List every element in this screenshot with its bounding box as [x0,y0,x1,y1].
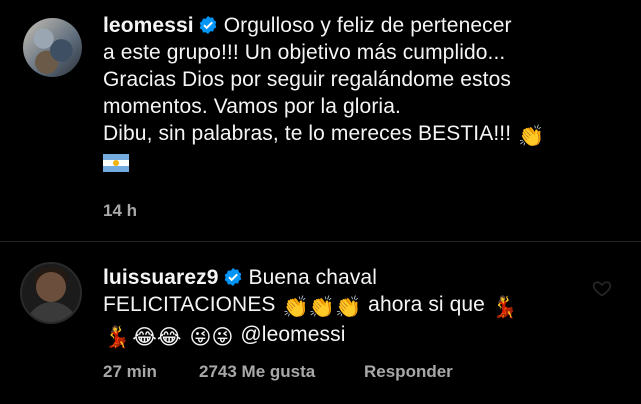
verified-badge-icon [224,268,241,286]
dancing-woman-emoji: 💃 [491,296,519,319]
caption-text: leomessi Orgulloso y feliz de pertenecer … [103,12,623,177]
luissuarez9-avatar[interactable] [20,262,82,324]
comment-mention[interactable]: @leomessi [240,323,345,346]
clapping-hands-emoji: 👏 [518,125,545,148]
caption-timestamp: 14 h [103,201,138,220]
caption-line-4: momentos. Vamos por la gloria. [103,95,401,118]
argentina-flag-emoji [103,154,129,172]
comment-felicitaciones: FELICITACIONES [103,293,276,316]
comment-username[interactable]: luissuarez9 [103,266,219,289]
comment-likes-count[interactable]: 2743 Me gusta [199,362,315,382]
winking-tongue-face-emoji: 😜😜 [189,326,234,349]
post-caption: leomessi Orgulloso y feliz de pertenecer … [0,0,641,236]
comment-line-2-after: ahora si que [368,293,485,316]
comment-item: luissuarez9 Buena chaval FELICITACIONES 👏… [0,242,641,404]
caption-line-1: Orgulloso y feliz de pertenecer [223,14,512,37]
verified-badge-icon [199,16,216,34]
dancing-woman-emoji: 💃 [104,326,131,349]
comment-line-1: Buena chaval [248,266,377,289]
comment-timestamp: 27 min [103,362,157,381]
reply-button[interactable]: Responder [364,362,453,382]
caption-username[interactable]: leomessi [103,14,194,37]
clapping-hands-emoji: 👏👏👏 [282,296,362,319]
caption-line-3: Gracias Dios por seguir regalándome esto… [103,68,511,91]
laughing-face-emoji: 😂😂 [132,326,182,349]
comment-text: luissuarez9 Buena chaval FELICITACIONES 👏… [103,264,623,351]
heart-icon[interactable] [592,278,612,298]
caption-line-5: Dibu, sin palabras, te lo mereces BESTIA… [103,122,512,145]
caption-line-2: a este grupo!!! Un objetivo más cumplido… [103,41,506,64]
leomessi-avatar[interactable] [23,18,82,77]
